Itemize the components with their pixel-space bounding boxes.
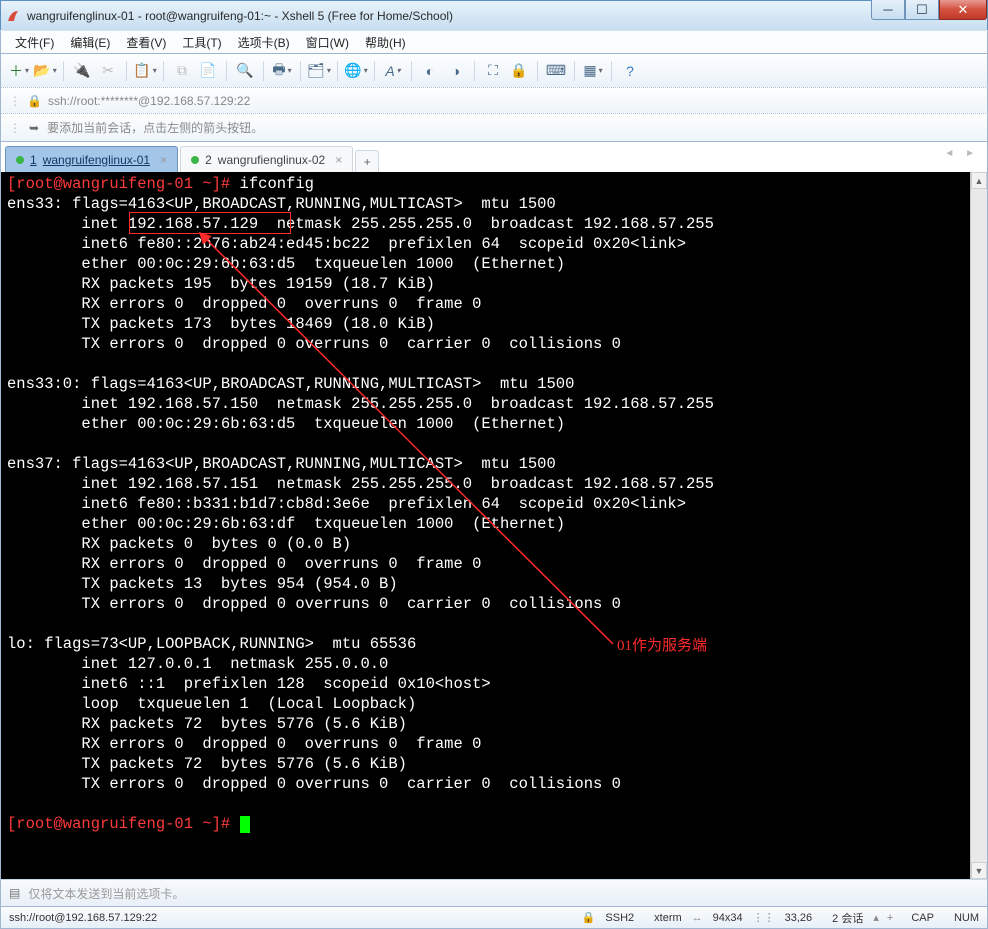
tab-nav-arrows[interactable]: ◄ ►: [944, 148, 979, 159]
tab-strip: 1 wangruifenglinux-01 × 2 wangrufienglinux-0…: [0, 142, 988, 172]
language-icon[interactable]: 🌐: [344, 59, 368, 83]
scroll-down-icon[interactable]: ▼: [971, 862, 987, 879]
toolbar-separator: [63, 61, 64, 81]
window-close-button[interactable]: ✕: [939, 0, 987, 20]
reconnect-icon[interactable]: 🔌: [70, 59, 94, 83]
address-bar: ⋮ 🔒 ssh://root:********@192.168.57.129:2…: [0, 88, 988, 114]
transfer-icon[interactable]: 🗂: [307, 59, 331, 83]
status-connected-icon: 🔒: [582, 911, 596, 924]
menu-tools[interactable]: 工具(T): [174, 31, 229, 54]
toolbar: ＋ 📂 🔌 ✂ 📋 ⧉ 📄 🔍 🖶 🗂 🌐 A ◐ ◑ ⛶ 🔒 ⌨ ▦ ?: [0, 54, 988, 88]
menu-window[interactable]: 窗口(W): [298, 31, 357, 54]
session-tab[interactable]: 2 wangrufienglinux-02 ×: [180, 146, 353, 172]
window-titlebar: wangruifenglinux-01 - root@wangruifeng-0…: [0, 0, 988, 30]
toolbar-separator: [374, 61, 375, 81]
tab-label: wangrufienglinux-02: [218, 153, 325, 167]
help-icon[interactable]: ?: [618, 59, 642, 83]
address-text[interactable]: ssh://root:********@192.168.57.129:22: [48, 94, 979, 108]
status-size: 94x34: [703, 912, 753, 924]
terminal-pane[interactable]: [root@wangruifeng-01 ~]# ifconfig ens33:…: [0, 172, 988, 879]
tab-close-icon[interactable]: ×: [160, 153, 167, 167]
colorscheme2-icon[interactable]: ◑: [444, 59, 468, 83]
window-maximize-button[interactable]: ☐: [905, 0, 939, 20]
toolbar-separator: [263, 61, 264, 81]
menu-tabs[interactable]: 选项卡(B): [230, 31, 298, 54]
print-icon[interactable]: 🖶: [270, 59, 294, 83]
lock-icon[interactable]: 🔒: [507, 59, 531, 83]
layout-icon[interactable]: ▦: [581, 59, 605, 83]
status-sessions: 2 会话: [822, 910, 873, 926]
menu-help[interactable]: 帮助(H): [357, 31, 414, 54]
font-icon[interactable]: A: [381, 59, 405, 83]
lock-status-icon: 🔒: [27, 94, 42, 108]
toolbar-separator: [163, 61, 164, 81]
scroll-up-icon[interactable]: ▲: [971, 172, 987, 189]
window-minimize-button[interactable]: ─: [871, 0, 905, 20]
status-num: NUM: [944, 912, 979, 924]
keyboard-icon[interactable]: ⌨: [544, 59, 568, 83]
grip-icon: ⋮: [9, 121, 21, 135]
session-tab[interactable]: 1 wangruifenglinux-01 ×: [5, 146, 178, 172]
status-cursor: 33,26: [775, 912, 823, 924]
compose-placeholder[interactable]: 仅将文本发送到当前选项卡。: [28, 885, 979, 902]
toolbar-separator: [411, 61, 412, 81]
paste-icon[interactable]: 📄: [196, 59, 220, 83]
window-title: wangruifenglinux-01 - root@wangruifeng-0…: [27, 9, 983, 23]
toolbar-separator: [226, 61, 227, 81]
toolbar-separator: [300, 61, 301, 81]
add-session-arrow-icon[interactable]: ➥: [29, 121, 39, 135]
status-term: xterm: [644, 912, 692, 924]
open-session-icon[interactable]: 📂: [33, 59, 57, 83]
info-text: 要添加当前会话，点击左侧的箭头按钮。: [47, 119, 263, 136]
toolbar-separator: [474, 61, 475, 81]
compose-target-icon[interactable]: ▤: [9, 886, 20, 900]
plus-icon[interactable]: +: [879, 912, 901, 924]
toolbar-separator: [126, 61, 127, 81]
find-icon[interactable]: 🔍: [233, 59, 257, 83]
compose-bar: ▤ 仅将文本发送到当前选项卡。: [0, 879, 988, 907]
colorscheme1-icon[interactable]: ◐: [418, 59, 442, 83]
tab-close-icon[interactable]: ×: [335, 153, 342, 167]
session-info-bar: ⋮ ➥ 要添加当前会话，点击左侧的箭头按钮。: [0, 114, 988, 142]
terminal-cursor: [240, 816, 250, 833]
toolbar-separator: [537, 61, 538, 81]
menu-view[interactable]: 查看(V): [118, 31, 174, 54]
status-protocol: SSH2: [595, 912, 644, 924]
tab-add-button[interactable]: +: [355, 150, 379, 172]
tab-label: wangruifenglinux-01: [43, 153, 150, 167]
tab-status-dot: [191, 156, 199, 164]
tab-status-dot: [16, 156, 24, 164]
properties-icon[interactable]: 📋: [133, 59, 157, 83]
status-connection: ssh://root@192.168.57.129:22: [9, 912, 167, 924]
toolbar-separator: [611, 61, 612, 81]
menu-bar: 文件(F) 编辑(E) 查看(V) 工具(T) 选项卡(B) 窗口(W) 帮助(…: [0, 30, 988, 54]
tab-index: 1: [30, 153, 37, 167]
copy-icon[interactable]: ⧉: [170, 59, 194, 83]
new-session-icon[interactable]: ＋: [7, 59, 31, 83]
terminal-scrollbar[interactable]: ▲ ▼: [970, 172, 987, 879]
tab-index: 2: [205, 153, 212, 167]
cursor-icon: ⋮⋮: [753, 911, 775, 924]
terminal-output[interactable]: [root@wangruifeng-01 ~]# ifconfig ens33:…: [1, 172, 987, 836]
menu-file[interactable]: 文件(F): [7, 31, 62, 54]
menu-edit[interactable]: 编辑(E): [62, 31, 118, 54]
grip-icon: ⋮: [9, 94, 21, 108]
toolbar-separator: [574, 61, 575, 81]
size-icon: ↔: [692, 912, 703, 924]
fullscreen-icon[interactable]: ⛶: [481, 59, 505, 83]
disconnect-icon[interactable]: ✂: [96, 59, 120, 83]
status-bar: ssh://root@192.168.57.129:22 🔒 SSH2 xter…: [0, 907, 988, 929]
status-cap: CAP: [901, 912, 944, 924]
app-icon: [5, 8, 21, 24]
toolbar-separator: [337, 61, 338, 81]
